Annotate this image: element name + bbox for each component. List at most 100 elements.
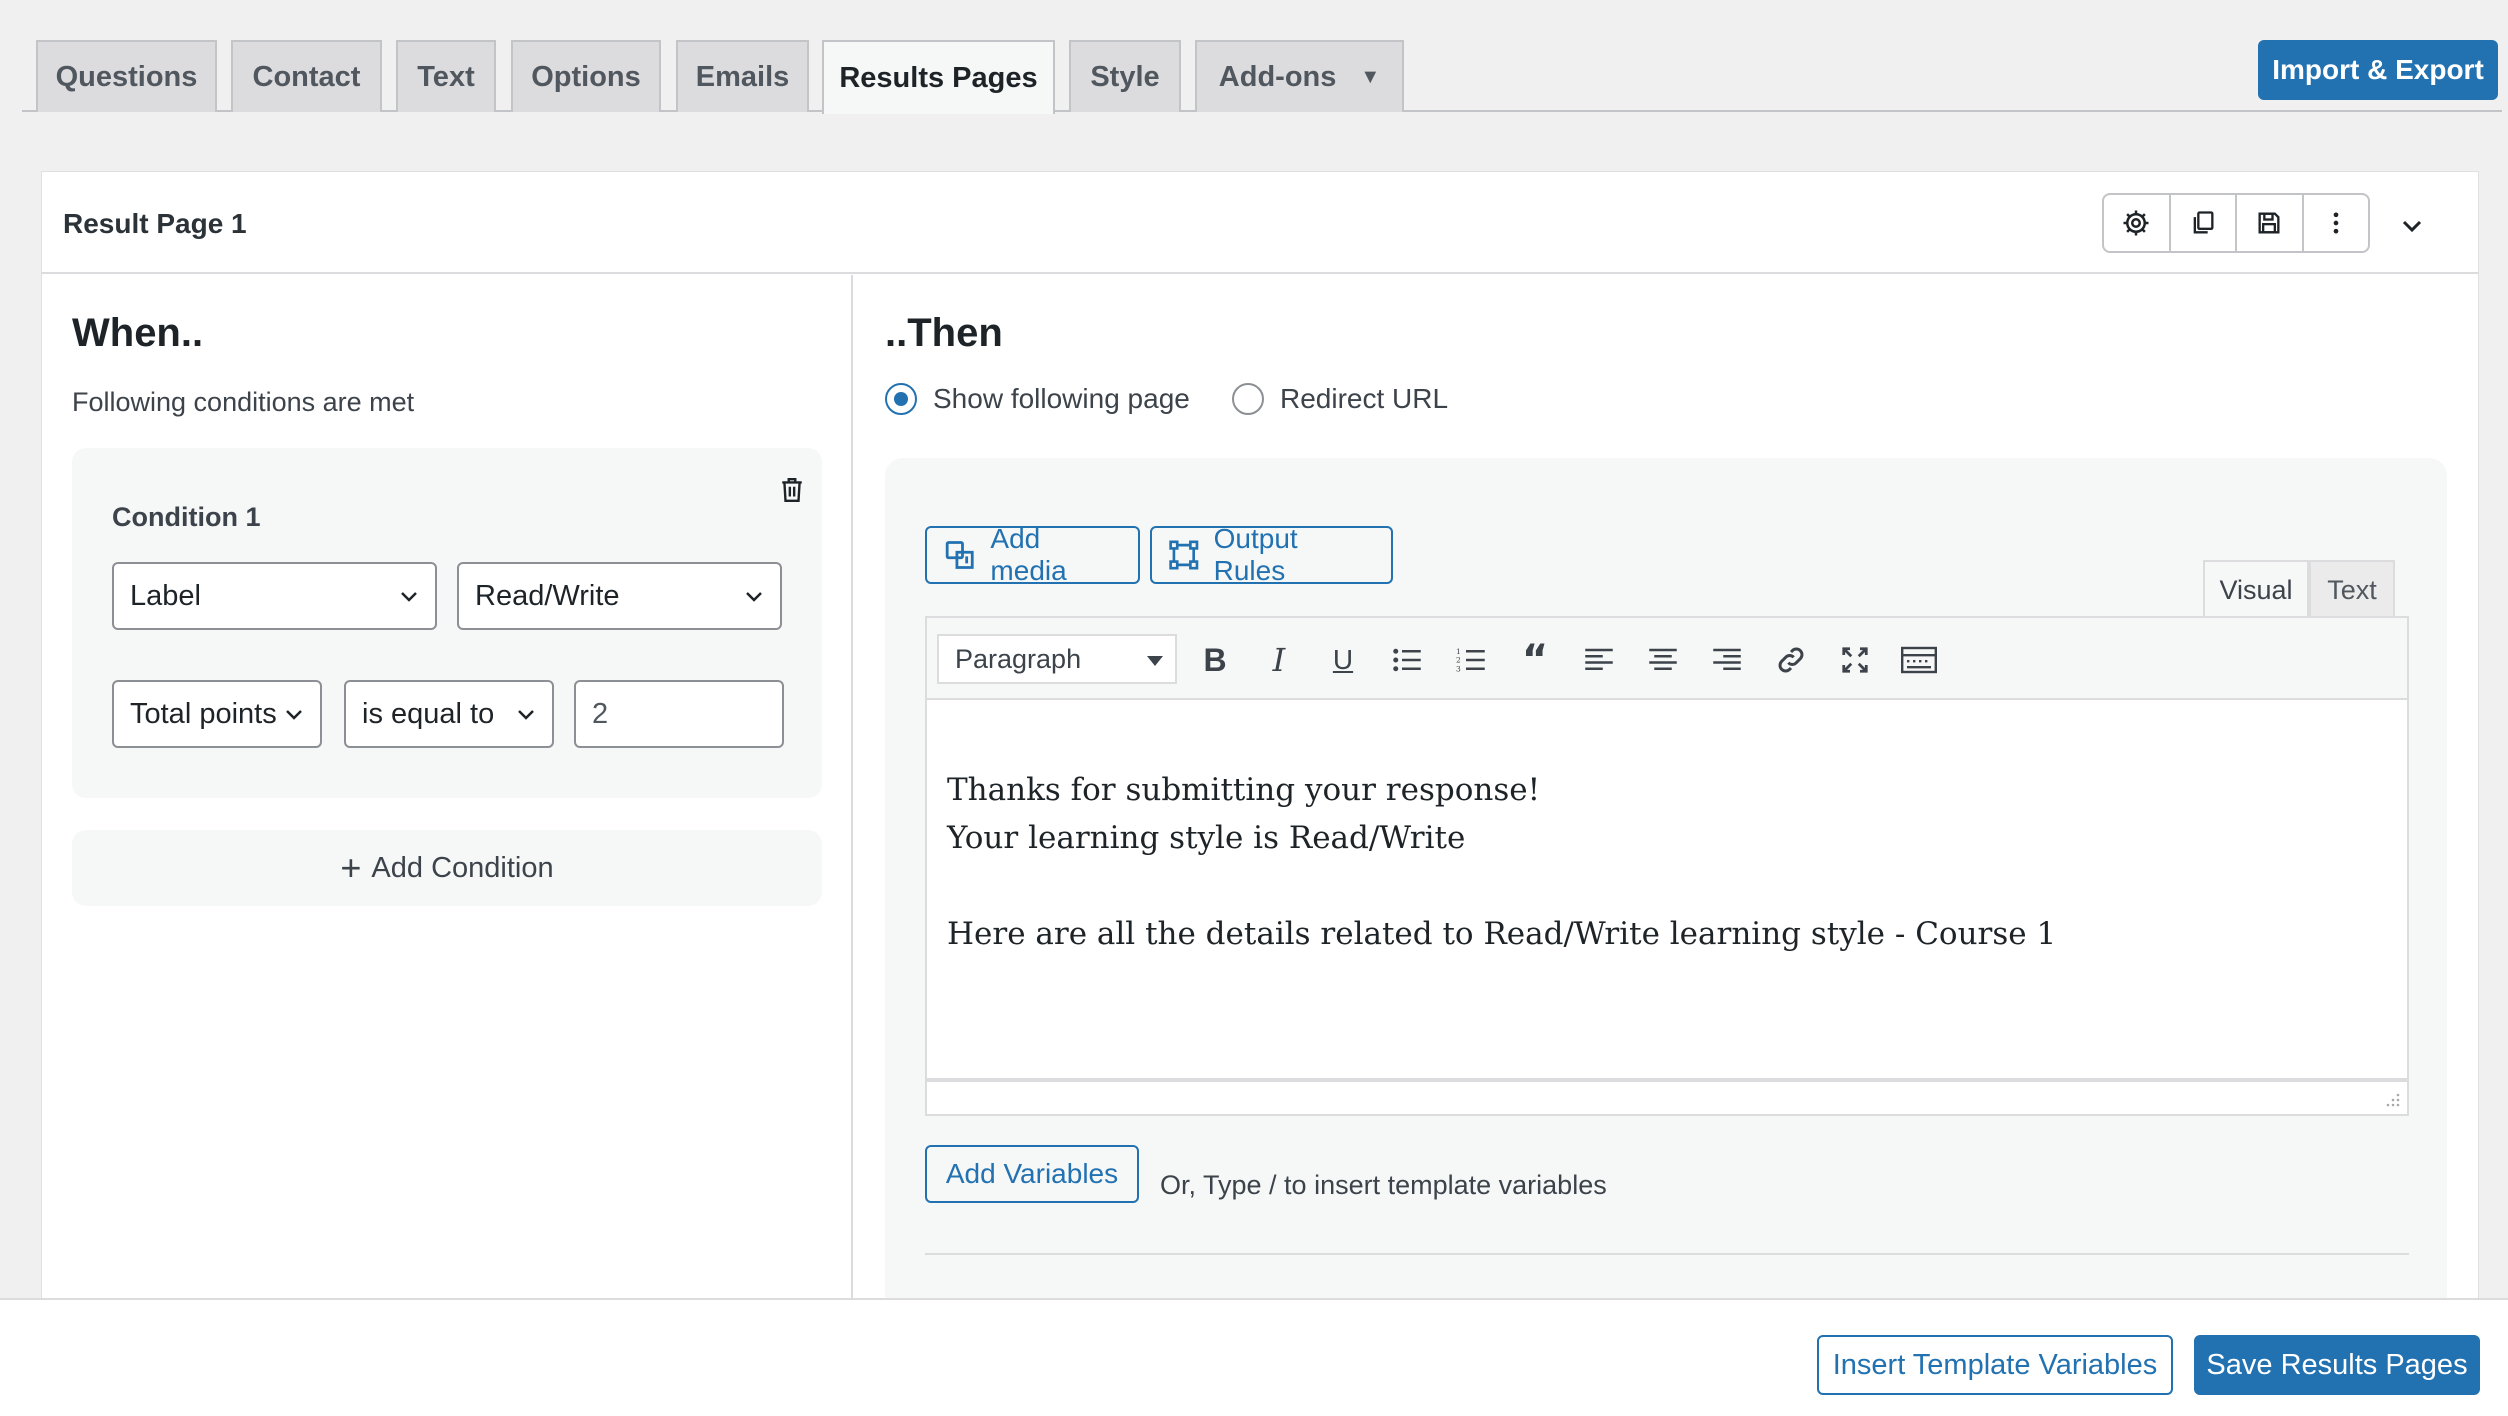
format-select-value: Paragraph	[955, 643, 1082, 674]
then-panel: ..Then Show following page Redirect URL …	[855, 275, 2480, 1358]
tab-questions[interactable]: Questions	[36, 40, 217, 112]
result-page-header: Result Page 1	[42, 172, 2478, 274]
chevron-down-icon	[746, 592, 762, 602]
condition-operator-select[interactable]: is equal to	[344, 680, 554, 748]
tab-label: Options	[531, 60, 641, 93]
link-icon[interactable]	[1771, 640, 1811, 680]
tab-style[interactable]: Style	[1069, 40, 1181, 112]
select-value: Read/Write	[475, 579, 620, 612]
result-page-actions	[2102, 193, 2370, 253]
tab-label: Contact	[252, 60, 361, 93]
editor-box: Add media Output Rules Visual Text Parag…	[885, 458, 2447, 1358]
tab-text-editor[interactable]: Text	[2309, 560, 2395, 618]
output-rules-label: Output Rules	[1213, 523, 1298, 586]
tab-label: Questions	[55, 60, 198, 93]
import-export-button[interactable]: Import & Export	[2258, 40, 2498, 100]
chevron-down-icon	[286, 710, 302, 720]
output-rules-button[interactable]: Output Rules	[1150, 523, 1393, 586]
divider	[925, 1253, 2409, 1255]
tab-label: Style	[1090, 60, 1160, 93]
caret-down-icon	[1147, 656, 1163, 666]
content-blank-line	[947, 862, 2407, 910]
more-vertical-icon[interactable]	[2304, 195, 2369, 251]
gear-icon[interactable]	[2104, 195, 2171, 251]
save-results-pages-button[interactable]: Save Results Pages	[2194, 1335, 2480, 1395]
select-value: Label	[130, 579, 201, 612]
tab-text[interactable]: Text	[396, 40, 496, 112]
condition-label-select[interactable]: Read/Write	[457, 562, 782, 630]
duplicate-icon[interactable]	[2171, 195, 2237, 251]
svg-text:1: 1	[1456, 647, 1461, 656]
plus-icon: +	[340, 847, 362, 888]
underline-icon[interactable]: U	[1323, 640, 1363, 680]
content-line: Thanks for submitting your response!	[947, 772, 1541, 808]
insert-template-variables-button[interactable]: Insert Template Variables	[1817, 1335, 2173, 1395]
svg-text:3: 3	[1456, 664, 1461, 673]
tab-label: Results Pages	[839, 61, 1038, 94]
radio-selected	[885, 383, 917, 415]
media-icon	[945, 541, 974, 569]
editor-content[interactable]: Thanks for submitting your response! You…	[925, 700, 2409, 1080]
align-center-icon[interactable]	[1643, 640, 1683, 680]
tab-visual[interactable]: Visual	[2203, 560, 2309, 618]
when-panel: When.. Following conditions are met Cond…	[42, 275, 853, 1305]
condition-metric-select[interactable]: Total points	[112, 680, 322, 748]
tab-label: Emails	[695, 60, 790, 93]
result-page-title: Result Page 1	[63, 208, 247, 239]
result-page-card: Result Page 1 When.. Following condition…	[41, 171, 2479, 1358]
bold-icon[interactable]: B	[1195, 640, 1235, 680]
chevron-down-icon	[401, 592, 417, 602]
tab-emails[interactable]: Emails	[676, 40, 809, 112]
editor-toolbar: Paragraph B I U 123 “	[925, 616, 2409, 700]
tab-label: Add-ons	[1218, 60, 1337, 93]
tab-bar: Questions Contact Text Options Emails Re…	[22, 0, 2502, 114]
content-line: Your learning style is Read/Write	[947, 820, 1466, 856]
radio-label: Show following page	[933, 383, 1190, 414]
resize-handle-icon[interactable]	[2383, 1092, 2401, 1110]
tab-label: Text	[417, 60, 475, 93]
add-variables-button[interactable]: Add Variables	[925, 1145, 1139, 1203]
redirect-url-radio[interactable]: Redirect URL	[1232, 383, 1448, 415]
blockquote-icon[interactable]: “	[1515, 637, 1555, 683]
when-heading: When..	[72, 311, 204, 355]
italic-icon[interactable]: I	[1259, 640, 1299, 680]
condition-box: Condition 1 Label Read/Write Total point…	[72, 448, 822, 798]
bullet-list-icon[interactable]	[1387, 640, 1427, 680]
show-following-page-radio[interactable]: Show following page	[885, 383, 1190, 415]
condition-label: Condition 1	[112, 502, 261, 532]
add-variables-label: Add Variables	[945, 1158, 1119, 1189]
when-subheading: Following conditions are met	[72, 387, 415, 417]
add-condition-label: Add Condition	[371, 851, 554, 884]
input-value: 2	[592, 697, 609, 730]
condition-field-select[interactable]: Label	[112, 562, 437, 630]
condition-value-input[interactable]: 2	[574, 680, 784, 748]
footer-bar: Insert Template Variables Save Results P…	[0, 1298, 2508, 1416]
tab-visual-label: Visual	[2219, 574, 2293, 605]
toolbar-toggle-icon[interactable]	[1899, 640, 1939, 680]
fullscreen-icon[interactable]	[1835, 640, 1875, 680]
tab-contact[interactable]: Contact	[231, 40, 382, 112]
numbered-list-icon[interactable]: 123	[1451, 640, 1491, 680]
radio-unselected	[1232, 383, 1264, 415]
save-icon[interactable]	[2237, 195, 2304, 251]
align-left-icon[interactable]	[1579, 640, 1619, 680]
select-value: Total points	[130, 697, 276, 730]
chevron-down-icon	[518, 710, 534, 720]
add-condition-button[interactable]: + Add Condition	[72, 830, 822, 906]
svg-text:2: 2	[1456, 656, 1461, 665]
trash-icon[interactable]	[774, 472, 810, 508]
caret-down-icon: ▼	[1360, 65, 1381, 88]
add-media-label: Add media	[990, 523, 1067, 586]
then-heading: ..Then	[885, 311, 1003, 355]
add-media-button[interactable]: Add media	[925, 523, 1140, 586]
select-value: is equal to	[362, 697, 495, 730]
tab-results-pages[interactable]: Results Pages	[822, 40, 1055, 114]
align-right-icon[interactable]	[1707, 640, 1747, 680]
variables-hint: Or, Type / to insert template variables	[1160, 1170, 1607, 1200]
editor-statusbar	[925, 1080, 2409, 1116]
format-select[interactable]: Paragraph	[937, 634, 1177, 684]
tab-options[interactable]: Options	[511, 40, 661, 112]
content-line: Here are all the details related to Read…	[947, 916, 2057, 952]
chevron-down-icon[interactable]	[2394, 208, 2430, 244]
tab-add-ons[interactable]: Add-ons ▼	[1195, 40, 1404, 112]
